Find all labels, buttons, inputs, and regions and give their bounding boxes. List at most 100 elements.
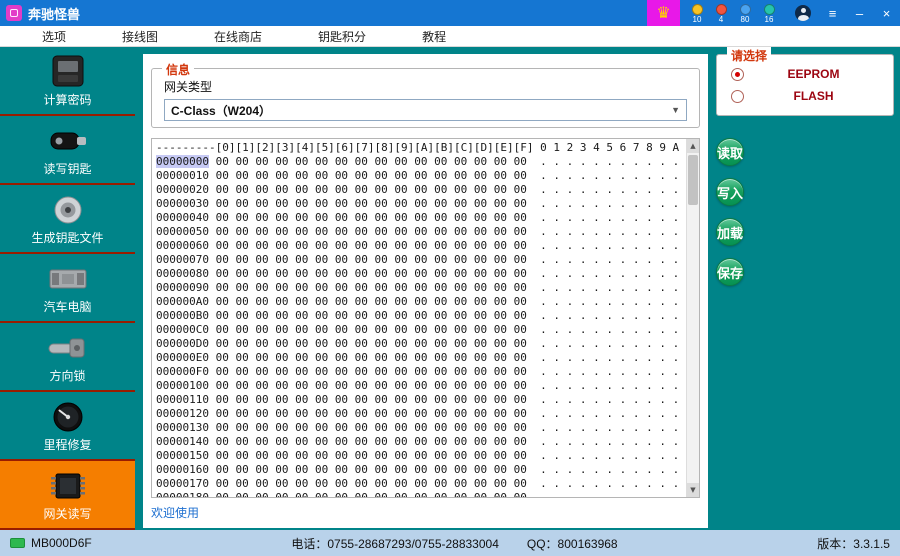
scroll-up-icon[interactable]: ▲ (687, 139, 699, 153)
hex-address[interactable]: 00000130 (156, 421, 209, 434)
vip-crown-button[interactable]: ♛ (647, 0, 680, 26)
hex-row[interactable]: 00000050 00 00 00 00 00 00 00 00 00 00 0… (156, 225, 699, 239)
minimize-icon: – (856, 6, 863, 21)
hex-address[interactable]: 00000080 (156, 267, 209, 280)
info-groupbox: 信息 网关类型 C-Class（W204） ▼ (151, 68, 700, 128)
radio-label: FLASH (744, 89, 883, 103)
memory-type-radios: EEPROM FLASH (727, 63, 883, 107)
token-counter-gold[interactable]: 10 (685, 2, 709, 25)
hex-row[interactable]: 000000C0 00 00 00 00 00 00 00 00 00 00 0… (156, 323, 699, 337)
hex-address[interactable]: 00000020 (156, 183, 209, 196)
hex-address[interactable]: 00000150 (156, 449, 209, 462)
hex-address[interactable]: 00000180 (156, 491, 209, 498)
hex-address[interactable]: 000000F0 (156, 365, 209, 378)
hex-row[interactable]: 00000120 00 00 00 00 00 00 00 00 00 00 0… (156, 407, 699, 421)
hex-address[interactable]: 00000000 (156, 155, 209, 168)
scrollbar-thumb[interactable] (688, 155, 698, 205)
user-avatar-icon[interactable] (795, 5, 811, 21)
write-button[interactable]: 写入 (716, 178, 744, 206)
right-panel: 请选择 EEPROMFLASH 读取写入加载保存 (716, 54, 894, 530)
hex-address[interactable]: 000000E0 (156, 351, 209, 364)
sidebar-item-read-write-key[interactable]: 读写钥匙 (0, 116, 135, 185)
hex-address[interactable]: 00000010 (156, 169, 209, 182)
menu-item-wiring-diagram[interactable]: 接线图 (122, 28, 158, 45)
hex-row[interactable]: 00000090 00 00 00 00 00 00 00 00 00 00 0… (156, 281, 699, 295)
hex-row[interactable]: 00000000 00 00 00 00 00 00 00 00 00 00 0… (156, 155, 699, 169)
hex-row[interactable]: 00000040 00 00 00 00 00 00 00 00 00 00 0… (156, 211, 699, 225)
hex-row[interactable]: 00000150 00 00 00 00 00 00 00 00 00 00 0… (156, 449, 699, 463)
hex-row[interactable]: 00000140 00 00 00 00 00 00 00 00 00 00 0… (156, 435, 699, 449)
hex-row[interactable]: 00000080 00 00 00 00 00 00 00 00 00 00 0… (156, 267, 699, 281)
hex-row[interactable]: 00000070 00 00 00 00 00 00 00 00 00 00 0… (156, 253, 699, 267)
hex-address[interactable]: 00000160 (156, 463, 209, 476)
save-button[interactable]: 保存 (716, 258, 744, 286)
hex-address[interactable]: 00000120 (156, 407, 209, 420)
hex-row[interactable]: 00000100 00 00 00 00 00 00 00 00 00 00 0… (156, 379, 699, 393)
hex-address[interactable]: 000000D0 (156, 337, 209, 350)
chevron-down-icon: ▼ (671, 105, 680, 115)
hex-address[interactable]: 00000050 (156, 225, 209, 238)
blue-coin-icon (740, 4, 751, 15)
hex-address[interactable]: 00000140 (156, 435, 209, 448)
hex-address[interactable]: 000000B0 (156, 309, 209, 322)
hex-row[interactable]: 000000B0 00 00 00 00 00 00 00 00 00 00 0… (156, 309, 699, 323)
load-button[interactable]: 加载 (716, 218, 744, 246)
sidebar-item-mileage-repair[interactable]: 里程修复 (0, 392, 135, 461)
sidebar-item-label: 计算密码 (43, 91, 91, 108)
ecu-icon (44, 261, 92, 297)
hex-row[interactable]: 000000F0 00 00 00 00 00 00 00 00 00 00 0… (156, 365, 699, 379)
token-counter-teal[interactable]: 16 (757, 2, 781, 25)
sidebar-item-label: 网关读写 (43, 505, 91, 522)
radio-option-flash[interactable]: FLASH (727, 85, 883, 107)
sidebar-item-calculate-password[interactable]: 计算密码 (0, 47, 135, 116)
vertical-scrollbar[interactable]: ▲ ▼ (686, 139, 699, 497)
hex-row[interactable]: 00000030 00 00 00 00 00 00 00 00 00 00 0… (156, 197, 699, 211)
hex-address[interactable]: 00000070 (156, 253, 209, 266)
hex-row[interactable]: 00000020 00 00 00 00 00 00 00 00 00 00 0… (156, 183, 699, 197)
sidebar-item-gateway-read-write[interactable]: 网关读写 (0, 461, 135, 530)
menu-item-key-points[interactable]: 钥匙积分 (318, 28, 366, 45)
hex-row[interactable]: 00000180 00 00 00 00 00 00 00 00 00 00 0… (156, 491, 699, 498)
hex-address[interactable]: 00000060 (156, 239, 209, 252)
hex-address[interactable]: 00000030 (156, 197, 209, 210)
memory-select-title: 请选择 (727, 47, 771, 64)
sidebar-item-steering-lock[interactable]: 方向锁 (0, 323, 135, 392)
menu-item-options[interactable]: 选项 (42, 28, 66, 45)
hex-row[interactable]: 00000130 00 00 00 00 00 00 00 00 00 00 0… (156, 421, 699, 435)
hex-address[interactable]: 00000090 (156, 281, 209, 294)
hex-address[interactable]: 000000C0 (156, 323, 209, 336)
token-counter-red[interactable]: 4 (709, 2, 733, 25)
window-menu-button[interactable]: ≡ (819, 0, 846, 26)
red-coin-icon (716, 4, 727, 15)
sidebar-item-generate-key-file[interactable]: 生成钥匙文件 (0, 185, 135, 254)
programmer-icon (44, 54, 92, 90)
hex-address[interactable]: 00000040 (156, 211, 209, 224)
hex-row[interactable]: 00000170 00 00 00 00 00 00 00 00 00 00 0… (156, 477, 699, 491)
hex-row[interactable]: 000000D0 00 00 00 00 00 00 00 00 00 00 0… (156, 337, 699, 351)
minimize-button[interactable]: – (846, 0, 873, 26)
sidebar-item-car-computer[interactable]: 汽车电脑 (0, 254, 135, 323)
hex-address[interactable]: 00000170 (156, 477, 209, 490)
hex-address[interactable]: 00000100 (156, 379, 209, 392)
sidebar-item-label: 方向锁 (49, 367, 85, 384)
radio-unchecked-icon[interactable] (731, 90, 744, 103)
menu-item-tutorial[interactable]: 教程 (422, 28, 446, 45)
hex-row[interactable]: 00000010 00 00 00 00 00 00 00 00 00 00 0… (156, 169, 699, 183)
hex-row[interactable]: 000000E0 00 00 00 00 00 00 00 00 00 00 0… (156, 351, 699, 365)
token-counter-blue[interactable]: 80 (733, 2, 757, 25)
gateway-type-dropdown[interactable]: C-Class（W204） ▼ (164, 99, 687, 121)
hex-view[interactable]: ---------[0][1][2][3][4][5][6][7][8][9][… (151, 138, 700, 498)
hex-address[interactable]: 00000110 (156, 393, 209, 406)
close-button[interactable]: × (873, 0, 900, 26)
hex-row[interactable]: 000000A0 00 00 00 00 00 00 00 00 00 00 0… (156, 295, 699, 309)
hex-row[interactable]: 00000060 00 00 00 00 00 00 00 00 00 00 0… (156, 239, 699, 253)
hex-row[interactable]: 00000160 00 00 00 00 00 00 00 00 00 00 0… (156, 463, 699, 477)
radio-option-eeprom[interactable]: EEPROM (727, 63, 883, 85)
menu-item-online-store[interactable]: 在线商店 (214, 28, 262, 45)
read-button[interactable]: 读取 (716, 138, 744, 166)
radio-checked-icon[interactable] (731, 68, 744, 81)
hex-address[interactable]: 000000A0 (156, 295, 209, 308)
hex-row[interactable]: 00000110 00 00 00 00 00 00 00 00 00 00 0… (156, 393, 699, 407)
sidebar-item-label: 汽车电脑 (43, 298, 91, 315)
scroll-down-icon[interactable]: ▼ (687, 483, 699, 497)
